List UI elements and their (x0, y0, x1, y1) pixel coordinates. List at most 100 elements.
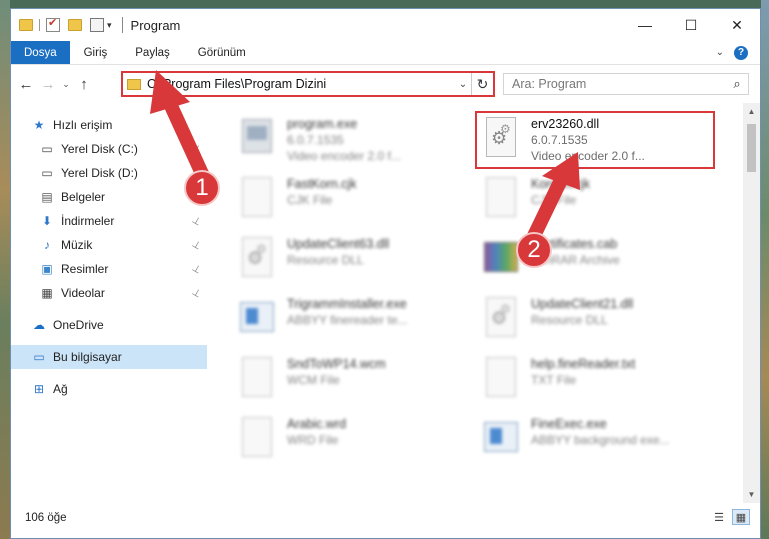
search-icon[interactable]: ⌕ (726, 76, 748, 92)
window-controls: — ☐ ✕ (622, 9, 760, 41)
music-icon: ♪ (44, 238, 50, 252)
scrollbar-thumb[interactable] (747, 124, 756, 172)
file-details: TrigrammInstaller.exe ABBYY finereader te… (287, 293, 408, 328)
up-button[interactable]: ↑ (73, 76, 95, 93)
address-path[interactable]: C:\Program Files\Program Dizini (147, 77, 455, 91)
file-details: FastKorn.cjk CJK File (287, 173, 356, 208)
scroll-down-icon[interactable]: ▼ (743, 486, 760, 503)
vertical-scrollbar[interactable]: ▲ ▼ (743, 103, 760, 503)
file-name: help.fineReader.txt (531, 357, 636, 371)
sidebar-item-label: Videolar (61, 286, 105, 300)
application-file-icon (481, 413, 521, 461)
file-name: SndToWP14.wcm (287, 357, 386, 371)
ribbon-right: ⌄ ? (716, 41, 760, 64)
pin-icon[interactable]: ⊥ (190, 214, 203, 228)
file-item[interactable]: SndToWP14.wcm WCM File (237, 353, 477, 411)
refresh-button[interactable]: ↻ (471, 73, 493, 95)
nav-group-gap (11, 337, 207, 345)
file-details: Korean.cjk CJK File (531, 173, 590, 208)
file-item[interactable]: ⚙ ⚙ UpdateClient21.dll Resource DLL (481, 293, 721, 351)
sidebar-item[interactable]: ▭ Bu bilgisayar (11, 345, 207, 369)
properties-check-icon[interactable] (46, 16, 60, 32)
file-item[interactable]: help.fineReader.txt TXT File (481, 353, 721, 411)
file-details: UpdateClient63.dll Resource DLL (287, 233, 389, 268)
sidebar-item-label: İndirmeler (61, 214, 115, 228)
address-row: ← → ⌄ ↑ C:\Program Files\Program Dizini … (11, 65, 760, 103)
title-separator (121, 17, 123, 33)
back-button[interactable]: ← (15, 76, 37, 93)
recent-locations-chevron-icon[interactable]: ⌄ (59, 79, 73, 90)
forward-button[interactable]: → (37, 76, 59, 93)
file-item[interactable]: ⚙ ⚙ UpdateClient63.dll Resource DLL (237, 233, 477, 291)
tab-share[interactable]: Paylaş (121, 41, 184, 64)
file-meta: WCM File (287, 373, 340, 387)
ribbon: Dosya Giriş Paylaş Görünüm ⌄ ? (11, 41, 760, 65)
sidebar-item[interactable]: ▣ Resimler ⊥ (11, 257, 207, 281)
archive-file-icon (481, 233, 521, 281)
file-meta: WRD File (287, 433, 339, 447)
dll-file-icon: ⚙ ⚙ (481, 293, 521, 341)
file-name: TrigrammInstaller.exe (287, 297, 407, 311)
new-folder-icon[interactable] (68, 19, 82, 31)
sidebar-item-label: Bu bilgisayar (53, 350, 122, 364)
sidebar-item[interactable]: ♪ Müzik ⊥ (11, 233, 207, 257)
sidebar-item-label: Belgeler (61, 190, 106, 204)
sidebar-item[interactable]: ☁ OneDrive (11, 313, 207, 337)
scroll-up-icon[interactable]: ▲ (743, 103, 760, 120)
sidebar-item[interactable]: ★ Hızlı erişim (11, 113, 207, 137)
file-item[interactable]: program.exe 6.0.7.1535 Video encoder 2.0 f… (237, 113, 477, 171)
file-details: program.exe 6.0.7.1535 Video encoder 2.0 f… (287, 113, 401, 164)
document-file-icon (481, 173, 521, 221)
sidebar-item[interactable]: ⊞ Ağ (11, 377, 207, 401)
tab-home[interactable]: Giriş (70, 41, 122, 64)
search-input[interactable] (512, 77, 726, 91)
customize-toolbar-chevron-icon[interactable]: ▾ (107, 20, 112, 31)
file-name: FineExec.exe (531, 417, 607, 431)
sidebar-item[interactable]: ▤Belgeler⊥ (11, 185, 207, 209)
file-item[interactable]: Arabic.wrd WRD File (237, 413, 477, 471)
file-name: UpdateClient21.dll (531, 297, 634, 311)
computer-icon: ▭ (33, 350, 45, 364)
sidebar-item[interactable]: ▭ Yerel Disk (C:) ⊥ (11, 137, 207, 161)
cloud-icon: ☁ (33, 318, 45, 332)
document-file-icon (481, 353, 521, 401)
sidebar-item[interactable]: ▦ Videolar ⊥ (11, 281, 207, 305)
pin-icon[interactable]: ⊥ (190, 142, 203, 156)
pin-icon[interactable]: ⊥ (190, 286, 203, 300)
file-description: Video encoder 2.0 f... (287, 149, 401, 163)
minimize-button[interactable]: — (622, 9, 668, 41)
document-file-icon (237, 353, 277, 401)
close-button[interactable]: ✕ (714, 9, 760, 41)
tab-file[interactable]: Dosya (11, 41, 70, 64)
file-item[interactable]: Korean.cjk CJK File (481, 173, 721, 231)
search-box[interactable]: ⌕ (503, 73, 749, 95)
file-item[interactable]: TrigrammInstaller.exe ABBYY finereader te… (237, 293, 477, 351)
sidebar-item-label: OneDrive (53, 318, 104, 332)
explorer-window: ▾ Program — ☐ ✕ Dosya Giriş Paylaş Görün… (10, 8, 761, 539)
file-details: UpdateClient21.dll Resource DLL (531, 293, 633, 328)
details-view-icon[interactable]: ☰ (710, 509, 728, 525)
pin-icon[interactable]: ⊥ (190, 238, 203, 252)
nav-group-gap (11, 369, 207, 377)
folder-icon (19, 19, 33, 31)
sidebar-item-label: Yerel Disk (D:) (61, 166, 138, 180)
help-icon[interactable]: ? (734, 45, 748, 60)
sidebar-item[interactable]: ▭Yerel Disk (D:)⊥ (11, 161, 207, 185)
tab-view[interactable]: Görünüm (184, 41, 260, 64)
documents-icon: ▤ (41, 190, 53, 204)
main-content: ★ Hızlı erişim ▭ Yerel Disk (C:) ⊥ ▭ Yerel Dis… (11, 103, 760, 503)
title-bar: ▾ Program — ☐ ✕ (11, 9, 760, 41)
tiles-view-icon[interactable]: ▦ (732, 509, 750, 525)
address-history-chevron-icon[interactable]: ⌄ (455, 79, 471, 90)
expand-ribbon-chevron-icon[interactable]: ⌄ (716, 47, 724, 58)
properties-icon[interactable] (90, 18, 104, 32)
drive-icon: ▭ (41, 142, 53, 156)
file-item[interactable]: FineExec.exe ABBYY background exe... (481, 413, 721, 471)
maximize-button[interactable]: ☐ (668, 9, 714, 41)
file-item[interactable]: FastKorn.cjk CJK File (237, 173, 477, 231)
sidebar-item[interactable]: ⬇ İndirmeler ⊥ (11, 209, 207, 233)
pin-icon[interactable]: ⊥ (190, 262, 203, 276)
address-bar[interactable]: C:\Program Files\Program Dizini ⌄ ↻ (121, 71, 495, 97)
window-title: Program (130, 17, 181, 33)
application-file-icon (237, 293, 277, 341)
